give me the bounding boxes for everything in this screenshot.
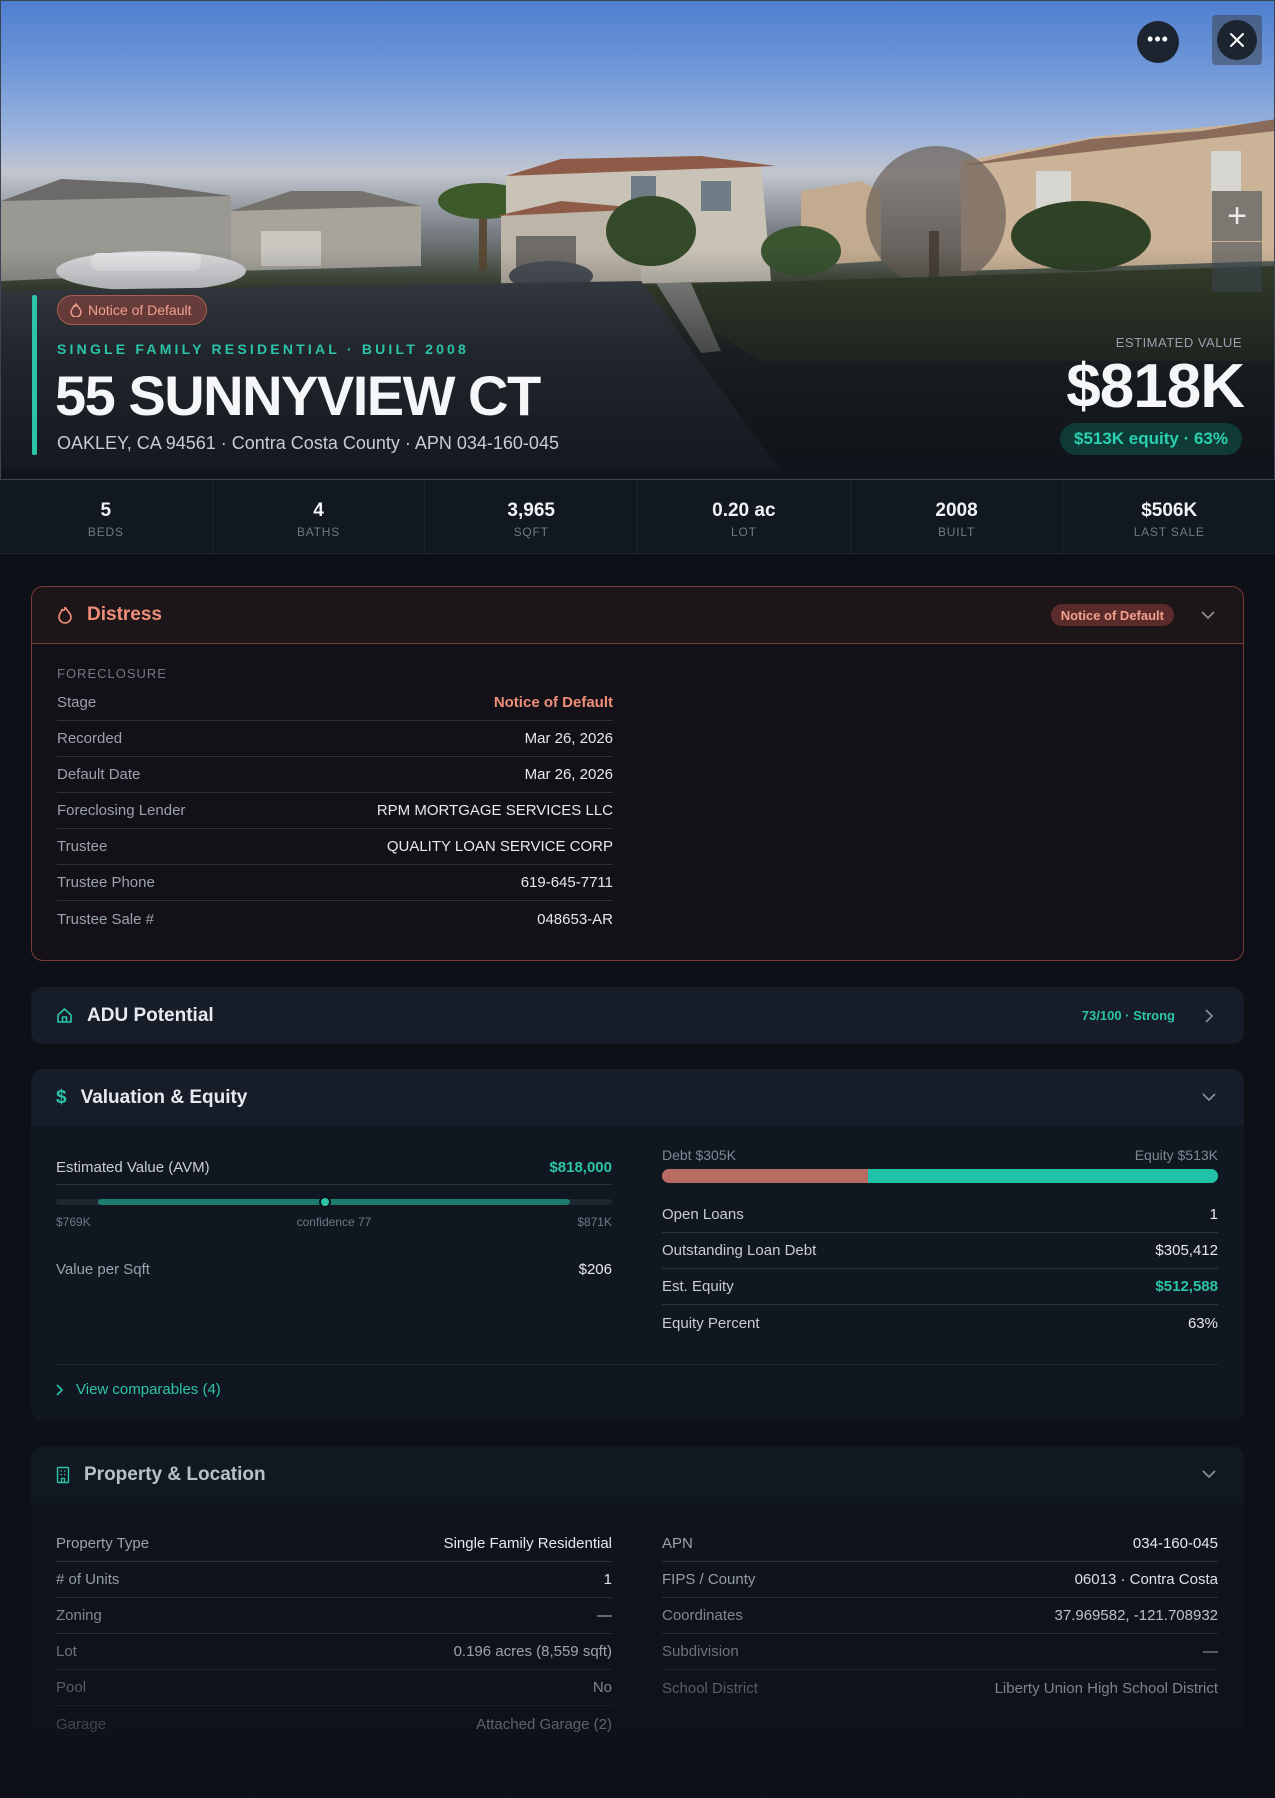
distress-title: Distress	[87, 604, 162, 625]
detail-row-trustee-phone: Trustee Phone 619-645-7711	[57, 865, 613, 901]
property-type-row: Property Type Single Family Residential	[56, 1526, 612, 1562]
estimated-value-label: ESTIMATED VALUE	[1115, 335, 1242, 350]
ellipsis-icon: •••	[1147, 28, 1169, 49]
adu-score: 73/100 · Strong	[1081, 1008, 1175, 1023]
hero-photo: ••• + Notice of Default SINGLE FAMILY RE…	[0, 0, 1275, 479]
detail-row-recorded: Recorded Mar 26, 2026	[57, 721, 613, 757]
distress-card: Distress Notice of Default FORECLOSURE S…	[31, 586, 1244, 961]
detail-row-lender: Foreclosing Lender RPM MORTGAGE SERVICES …	[57, 793, 613, 829]
chevron-down-icon[interactable]	[1198, 605, 1218, 625]
property-address: 55 SUNNYVIEW CT	[55, 364, 541, 427]
debt-segment	[662, 1169, 868, 1183]
equity-label: Equity $513K	[1134, 1147, 1218, 1163]
debt-equity-section: Debt $305K Equity $513K Open Loans 1 Outs…	[662, 1147, 1218, 1341]
est-equity-row: Est. Equity $512,588	[662, 1269, 1218, 1305]
avm-confidence: confidence 77	[296, 1215, 372, 1229]
property-subtype: SINGLE FAMILY RESIDENTIAL · BUILT 2008	[57, 341, 470, 357]
lot-row: Lot 0.196 acres (8,559 sqft)	[56, 1634, 612, 1670]
close-icon	[1230, 33, 1244, 47]
stat-built: 2008 BUILT	[851, 480, 1064, 553]
flame-icon	[70, 303, 82, 317]
property-details-left: Property Type Single Family Residential #…	[56, 1526, 612, 1742]
valuation-card-header[interactable]: $ Valuation & Equity	[31, 1069, 1244, 1126]
building-icon	[56, 1466, 70, 1483]
detail-row-stage: Stage Notice of Default	[57, 685, 613, 721]
property-card-header[interactable]: Property & Location	[31, 1446, 1244, 1503]
property-location: OAKLEY, CA 94561 · Contra Costa County ·…	[57, 433, 559, 453]
fips-row: FIPS / County 06013 · Contra Costa	[662, 1562, 1218, 1598]
pool-row: Pool No	[56, 1670, 612, 1706]
valuation-title: Valuation & Equity	[80, 1086, 248, 1108]
distress-card-header[interactable]: Distress Notice of Default	[32, 587, 1243, 644]
stat-last-sale: $506K LAST SALE	[1133, 500, 1205, 539]
avm-value: $818,000	[549, 1159, 612, 1176]
stat-sqft: 3,965 SQFT	[425, 480, 639, 553]
zoning-row: Zoning —	[56, 1598, 612, 1634]
dollar-icon: $	[56, 1086, 67, 1108]
adu-title: ADU Potential	[87, 1004, 214, 1026]
debt-label: Debt $305K	[662, 1147, 736, 1163]
avm-confidence-range	[56, 1193, 612, 1211]
debt-equity-bar	[662, 1169, 1218, 1183]
detail-row-trustee-sale: Trustee Sale #048653-AR	[57, 910, 613, 928]
chevron-down-icon[interactable]	[1199, 1088, 1219, 1108]
view-comparables-link[interactable]: View comparables (4)	[56, 1364, 1219, 1398]
property-title: Property & Location	[84, 1463, 266, 1485]
distress-status-badge: Notice of Default	[1050, 604, 1174, 626]
units-row: # of Units 1	[56, 1562, 612, 1598]
estimated-value: $818K	[1066, 352, 1245, 421]
apn-row: APN 034-160-045	[662, 1526, 1218, 1562]
coordinates-row: Coordinates 37.969582, -121.708932	[662, 1598, 1218, 1634]
plus-icon: +	[1227, 196, 1247, 235]
chevron-right-icon[interactable]	[1199, 1006, 1219, 1026]
avm-marker	[318, 1196, 331, 1208]
avm-high: $871K	[577, 1215, 612, 1229]
distress-badge-label: Notice of Default	[88, 302, 192, 318]
home-icon	[57, 1008, 72, 1023]
loan-debt-row: Outstanding Loan Debt $305,412	[662, 1233, 1218, 1269]
garage-row: Garage Attached Garage (2)	[56, 1715, 612, 1733]
chevron-right-icon	[56, 1383, 64, 1396]
property-details-right: APN 034-160-045 FIPS / County 06013 · Cont…	[662, 1526, 1218, 1706]
subdivision-row: Subdivision —	[662, 1634, 1218, 1670]
stat-baths: 4 BATHS	[213, 480, 426, 553]
value-per-sqft-row: Value per Sqft $206	[56, 1260, 612, 1278]
detail-row-default-date: Default Date Mar 26, 2026	[57, 757, 613, 793]
school-district-row: School District Liberty Union High School…	[662, 1679, 1218, 1697]
close-button[interactable]	[1212, 15, 1262, 65]
hero-accent-bar	[32, 295, 37, 455]
flame-icon	[58, 606, 72, 624]
distress-badge: Notice of Default	[57, 295, 207, 325]
property-location-card: Property & Location Property Type Single …	[31, 1446, 1244, 1798]
avm-low: $769K	[56, 1215, 91, 1229]
avm-range-bar	[98, 1199, 570, 1205]
foreclosure-details: FORECLOSURE Stage Notice of Default Recor…	[57, 644, 613, 937]
stat-beds: 5 BEDS	[0, 480, 213, 553]
detail-row-trustee: Trustee QUALITY LOAN SERVICE CORP	[57, 829, 613, 865]
more-options-button[interactable]: •••	[1137, 21, 1179, 63]
property-stats-bar: 5 BEDS 4 BATHS 3,965 SQFT 0.20 ac LOT 20…	[0, 479, 1275, 554]
valuation-equity-card: $ Valuation & Equity Estimated Value (AV…	[31, 1069, 1244, 1421]
chevron-down-icon[interactable]	[1199, 1465, 1219, 1485]
zoom-in-button[interactable]: +	[1212, 191, 1262, 241]
open-loans-row: Open Loans 1	[662, 1197, 1218, 1233]
avm-section: Estimated Value (AVM) $818,000 $769K con…	[56, 1151, 612, 1287]
equity-badge: $513K equity · 63%	[1059, 423, 1242, 455]
adu-potential-card[interactable]: ADU Potential 73/100 · Strong	[31, 987, 1244, 1044]
foreclosure-section-label: FORECLOSURE	[57, 666, 167, 681]
equity-segment	[867, 1169, 1218, 1183]
equity-percent-row: Equity Percent 63%	[662, 1314, 1218, 1332]
zoom-out-button[interactable]	[1212, 242, 1262, 292]
avm-row: Estimated Value (AVM) $818,000	[56, 1151, 612, 1185]
stat-lot: 0.20 ac LOT	[638, 480, 851, 553]
